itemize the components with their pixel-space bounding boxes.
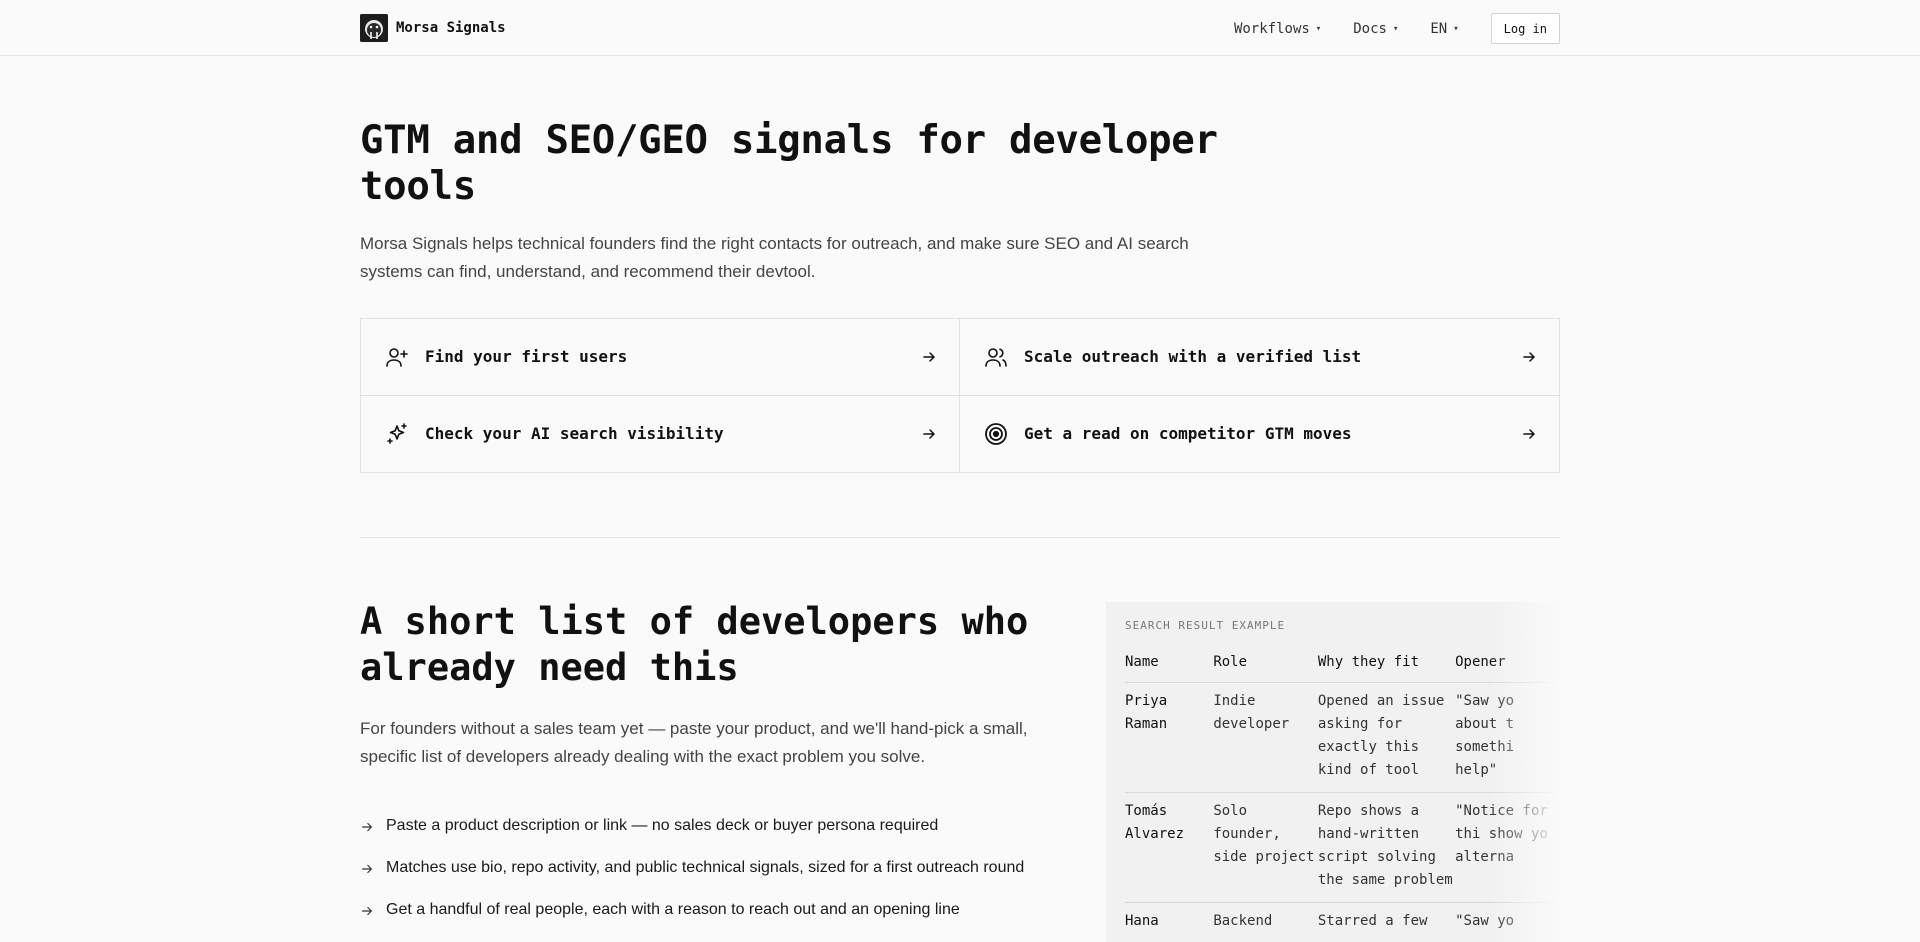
cell-why: Repo shows a hand-written script solving… [1317,792,1456,903]
cell-role: Backend [1213,902,1318,942]
cell-name: Priya Raman [1125,682,1214,793]
arrow-right-icon [923,352,935,362]
search-result-example: SEARCH RESULT EXAMPLE Name Role Why they… [1106,602,1560,942]
hero-title: GTM and SEO/GEO signals for developer to… [360,118,1218,209]
list-item-text: Get a handful of real people, each with … [386,901,960,918]
cell-why: Starred a few [1317,902,1456,942]
arrow-right-icon [362,906,372,916]
column-header: Why they fit [1317,642,1456,683]
arrow-right-icon [362,822,372,832]
column-header: Role [1213,642,1318,683]
sparkles-icon [385,422,409,446]
result-table: Name Role Why they fit Opener Priya Rama… [1125,642,1560,942]
arrow-right-icon [362,864,372,874]
walrus-logo-icon [360,14,388,42]
table-header-row: Name Role Why they fit Opener [1125,642,1560,683]
nav-workflows-label: Workflows [1233,20,1310,37]
brand[interactable]: Morsa Signals [360,14,506,42]
list-item: Paste a product description or link — no… [360,805,1080,847]
list-item: Get a handful of real people, each with … [360,889,1080,931]
language-selector[interactable]: EN ▾ [1430,21,1458,37]
users-icon [984,345,1008,369]
list-item-text: Matches use bio, repo activity, and publ… [386,859,1025,876]
section-title: A short list of developers who already n… [360,600,1029,689]
card-label: Get a read on competitor GTM moves [1024,424,1352,444]
workflow-cards: Find your first users Scale outreach wit… [360,318,1560,473]
card-scale-outreach[interactable]: Scale outreach with a verified list [960,319,1559,396]
top-navbar: Morsa Signals Workflows ▾ Docs ▾ EN ▾ Lo… [0,0,1920,56]
arrow-right-icon [1523,429,1535,439]
list-item-text: Paste a product description or link — no… [386,817,939,834]
table-row: Tomás Alvarez Solo founder, side project… [1125,792,1560,903]
panel-label: SEARCH RESULT EXAMPLE [1125,619,1286,632]
cell-name: Tomás Alvarez [1125,792,1214,903]
cell-role: Indie developer [1213,682,1318,793]
target-icon [984,422,1008,446]
user-plus-icon [385,345,409,369]
cell-opener: "Notice for thi show yo alterna [1455,792,1560,903]
card-ai-search-visibility[interactable]: Check your AI search visibility [361,395,960,472]
cell-name: Hana [1125,902,1214,942]
card-label: Find your first users [425,347,628,367]
cell-role: Solo founder, side project [1213,792,1318,903]
cell-opener: "Saw yo [1455,902,1560,942]
feature-list: Paste a product description or link — no… [360,805,1080,931]
nav-docs-label: Docs [1353,20,1387,37]
list-item: Matches use bio, repo activity, and publ… [360,847,1080,889]
chevron-down-icon: ▾ [1392,23,1399,34]
cell-opener: "Saw yo about t somethi help" [1455,682,1560,793]
table-row: Priya Raman Indie developer Opened an is… [1125,682,1560,793]
column-header: Name [1125,642,1214,683]
brand-name: Morsa Signals [396,20,506,36]
nav-docs[interactable]: Docs ▾ [1353,21,1398,37]
cell-why: Opened an issue asking for exactly this … [1317,682,1456,793]
nav-workflows[interactable]: Workflows ▾ [1234,21,1321,37]
hero-subtitle: Morsa Signals helps technical founders f… [360,234,1189,281]
chevron-down-icon: ▾ [1315,23,1322,34]
arrow-right-icon [1523,352,1535,362]
table-row: Hana Backend Starred a few "Saw yo [1125,902,1560,942]
section-subtitle: For founders without a sales team yet — … [360,719,1028,766]
main-nav: Workflows ▾ Docs ▾ EN ▾ Log in [1234,13,1560,44]
card-competitor-gtm[interactable]: Get a read on competitor GTM moves [960,396,1559,473]
card-label: Scale outreach with a verified list [1024,347,1362,367]
login-button[interactable]: Log in [1490,13,1560,44]
chevron-down-icon: ▾ [1453,23,1459,34]
card-find-first-users[interactable]: Find your first users [361,319,960,396]
column-header: Opener [1455,642,1560,683]
card-label: Check your AI search visibility [425,424,724,444]
section-divider [360,537,1560,538]
language-label: EN [1430,20,1448,37]
arrow-right-icon [923,429,935,439]
